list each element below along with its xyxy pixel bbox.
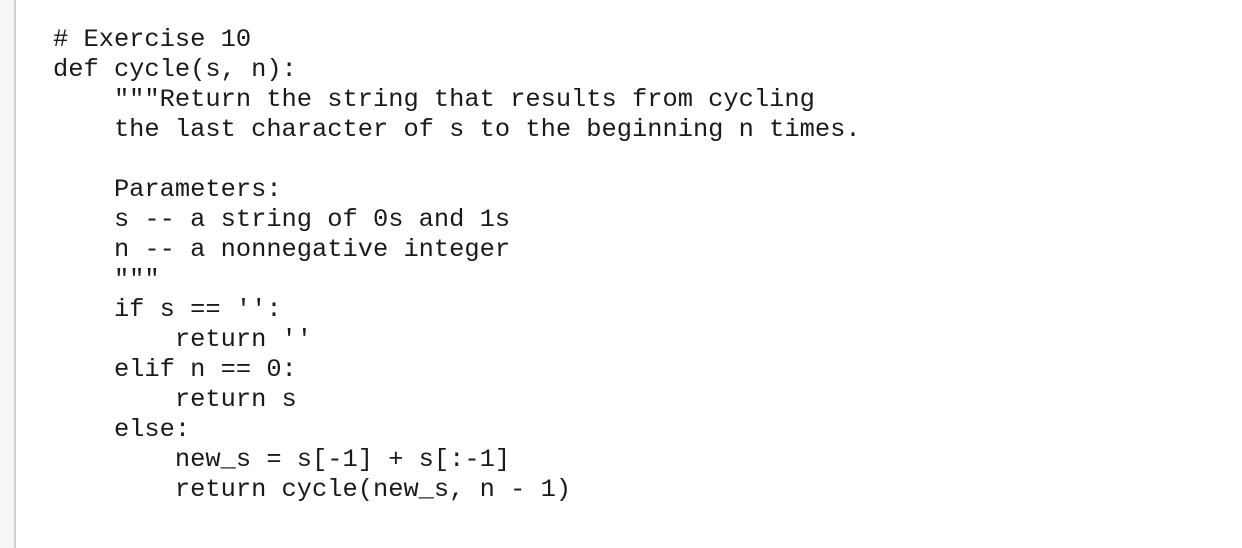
code-line: return s bbox=[53, 385, 297, 414]
code-line: def cycle(s, n): bbox=[53, 55, 297, 84]
code-line: return cycle(new_s, n - 1) bbox=[53, 475, 572, 504]
code-line: Parameters: bbox=[53, 175, 282, 204]
code-line: n -- a nonnegative integer bbox=[53, 235, 511, 264]
code-line: s -- a string of 0s and 1s bbox=[53, 205, 511, 234]
code-line: return '' bbox=[53, 325, 313, 354]
code-line: else: bbox=[53, 415, 191, 444]
code-line: if s == '': bbox=[53, 295, 282, 324]
left-gutter bbox=[0, 0, 14, 548]
code-line: new_s = s[-1] + s[:-1] bbox=[53, 445, 511, 474]
code-line: """ bbox=[53, 265, 160, 294]
code-block-border bbox=[14, 0, 16, 548]
code-line: elif n == 0: bbox=[53, 355, 297, 384]
code-line: the last character of s to the beginning… bbox=[53, 115, 861, 144]
code-block: # Exercise 10 def cycle(s, n): """Return … bbox=[53, 25, 861, 505]
code-line: """Return the string that results from c… bbox=[53, 85, 815, 114]
code-line: # Exercise 10 bbox=[53, 25, 252, 54]
